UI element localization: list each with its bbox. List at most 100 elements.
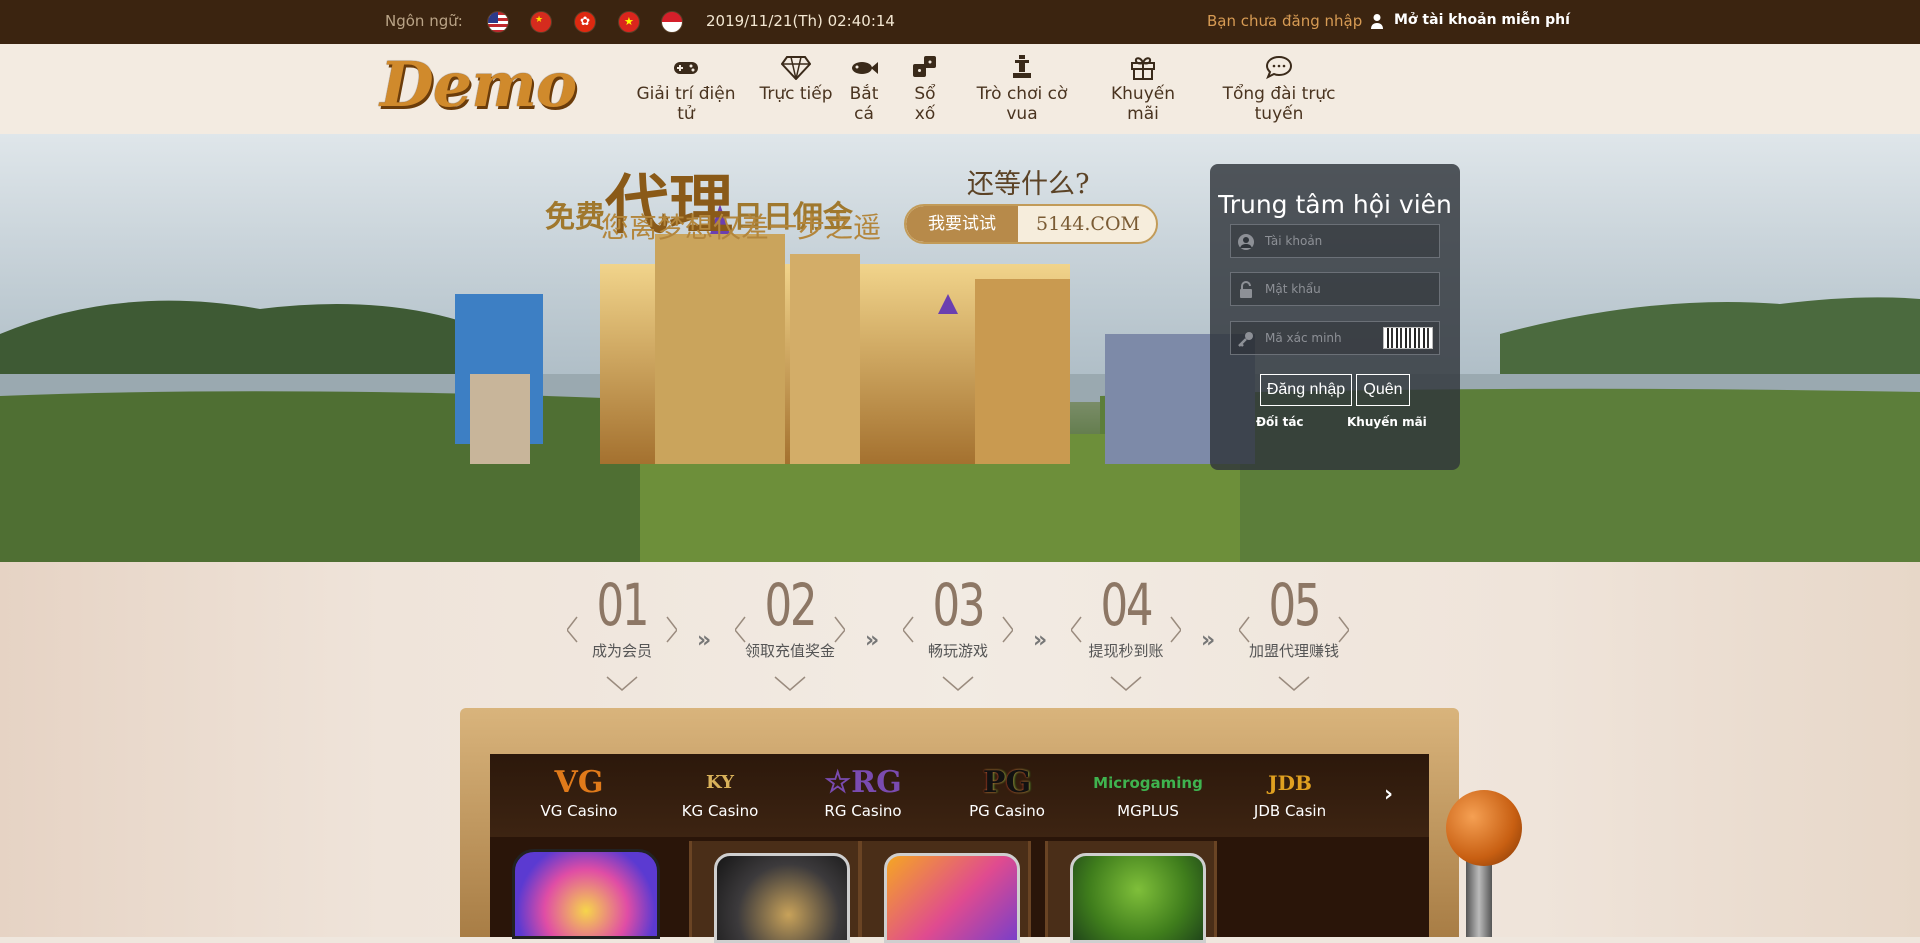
step-arrow: »: [1033, 628, 1047, 653]
main-content: 01 成为会员 » 02 领取充值奖金 » 03 畅玩游戏 » 04 提现秒到账…: [0, 562, 1920, 943]
hero-banner[interactable]: 免费代理日日佣金 您离梦想仅差一步之遥 还等什么? 我要试试 5144.COM …: [0, 134, 1920, 562]
nav-item-electronic[interactable]: Giải trí điện tử: [633, 54, 739, 124]
provider-pg[interactable]: PG PG Casino: [947, 764, 1067, 820]
login-button[interactable]: Đăng nhập: [1260, 374, 1352, 406]
username-placeholder: Tài khoản: [1265, 234, 1323, 248]
game-tile[interactable]: [512, 841, 684, 939]
password-field[interactable]: Mật khẩu: [1230, 272, 1440, 306]
nav-item-support[interactable]: Tổng đài trực tuyến: [1205, 54, 1353, 124]
provider-name: VG Casino: [540, 802, 618, 820]
partner-link[interactable]: Đối tác: [1256, 415, 1304, 429]
banner-scenery: [0, 134, 1920, 562]
nav-item-chess[interactable]: Trò chơi cờ vua: [963, 54, 1081, 124]
cabinet-screen: VG VG Casino KY KG Casino ☆RG RG Casino …: [490, 754, 1429, 943]
nav-item-label: Tổng đài trực tuyến: [1222, 84, 1336, 124]
captcha-image[interactable]: [1383, 327, 1433, 349]
provider-next-arrow-icon[interactable]: ›: [1384, 782, 1393, 807]
hk-flag-icon[interactable]: ✿: [574, 11, 596, 33]
provider-logo: ☆RG: [824, 765, 902, 800]
lever-ball[interactable]: [1446, 790, 1522, 866]
provider-name: KG Casino: [681, 802, 759, 820]
nav-item-fishing[interactable]: Bắt cá: [841, 54, 887, 124]
nav-item-label: Giải trí điện tử: [636, 84, 736, 124]
nav-item-label: Khuyến mãi: [1111, 84, 1175, 124]
login-status-link[interactable]: Bạn chưa đăng nhập: [1207, 12, 1362, 30]
promo-link[interactable]: Khuyến mãi: [1347, 415, 1427, 429]
site-logo[interactable]: Demo: [380, 48, 577, 128]
game-cabinet: VG VG Casino KY KG Casino ☆RG RG Casino …: [460, 708, 1459, 943]
wheel-game-icon: [512, 849, 660, 939]
provider-name: MGPLUS: [1117, 802, 1179, 820]
gift-icon: [1131, 57, 1155, 80]
nav-item-label: Trò chơi cờ vua: [976, 84, 1068, 124]
step-arrow: »: [1201, 628, 1215, 653]
main-header: Demo Giải trí điện tử Trực tiếp Bắt cá S…: [0, 44, 1920, 134]
provider-bar: VG VG Casino KY KG Casino ☆RG RG Casino …: [490, 754, 1429, 837]
datetime-display: 2019/11/21(Th) 02:40:14: [706, 12, 895, 30]
step-3: 03 畅玩游戏: [903, 572, 1013, 692]
captcha-placeholder: Mã xác minh: [1265, 331, 1342, 345]
forgot-button[interactable]: Quên: [1356, 374, 1410, 406]
provider-name: JDB Casin: [1253, 802, 1327, 820]
nav-item-live[interactable]: Trực tiếp: [756, 54, 836, 124]
nav-item-label: Bắt cá: [849, 84, 879, 124]
provider-logo: PG: [982, 765, 1032, 800]
chess-icon: [1013, 55, 1031, 78]
promo-subline: 您离梦想仅差一步之遥: [601, 211, 882, 244]
user-icon: [1371, 14, 1383, 29]
provider-rg[interactable]: ☆RG RG Casino: [803, 764, 923, 820]
clock-game-icon: [714, 853, 850, 943]
provider-name: RG Casino: [824, 802, 902, 820]
lock-icon: [1240, 281, 1252, 298]
step-number: 01: [596, 571, 650, 639]
username-field[interactable]: Tài khoản: [1230, 224, 1440, 258]
vn-flag-icon[interactable]: ★: [618, 11, 640, 33]
language-label: Ngôn ngữ:: [385, 12, 463, 30]
key-icon: [1238, 332, 1253, 347]
try-now-button[interactable]: 我要试试 5144.COM: [904, 204, 1158, 244]
provider-jdb[interactable]: JDB JDB Casin: [1230, 764, 1350, 820]
chat-icon: [1265, 55, 1293, 80]
provider-kg[interactable]: KY KG Casino: [660, 764, 780, 820]
provider-logo: VG: [554, 765, 604, 800]
game-grid: [490, 837, 1429, 943]
provider-logo: KY: [705, 772, 734, 793]
magic-game-icon: [884, 853, 1020, 943]
game-tile[interactable]: [689, 841, 861, 943]
provider-name: PG Casino: [969, 802, 1045, 820]
game-tile[interactable]: [859, 841, 1031, 943]
step-number: 02: [764, 571, 818, 639]
game-tile[interactable]: [1045, 841, 1217, 943]
provider-mgplus[interactable]: Microgaming MGPLUS: [1088, 764, 1208, 820]
step-arrow: »: [697, 628, 711, 653]
step-number: 04: [1100, 571, 1154, 639]
provider-logo: Microgaming: [1093, 774, 1203, 792]
step-5: 05 加盟代理赚钱: [1239, 572, 1349, 692]
try-domain: 5144.COM: [1036, 213, 1140, 235]
id-flag-icon[interactable]: [661, 11, 683, 33]
nav-item-lottery[interactable]: Sổ xố: [903, 54, 947, 124]
fish-icon: [852, 62, 878, 74]
promo-question: 还等什么?: [967, 169, 1090, 200]
step-arrow: »: [865, 628, 879, 653]
step-4: 04 提现秒到账: [1071, 572, 1181, 692]
step-number: 03: [932, 571, 986, 639]
captcha-field[interactable]: Mã xác minh: [1230, 321, 1440, 355]
member-panel: Trung tâm hội viên Tài khoản Mật khẩu Mã…: [1210, 164, 1460, 470]
us-flag-icon[interactable]: [487, 11, 509, 33]
nav-item-promotion[interactable]: Khuyến mãi: [1097, 54, 1189, 124]
step-2: 02 领取充值奖金: [735, 572, 845, 692]
user-circle-icon: [1238, 234, 1254, 250]
provider-vg[interactable]: VG VG Casino: [519, 764, 639, 820]
step-number: 05: [1268, 571, 1322, 639]
cn-flag-icon[interactable]: ★: [530, 11, 552, 33]
member-panel-title: Trung tâm hội viên: [1218, 190, 1452, 219]
provider-logo: JDB: [1268, 771, 1312, 795]
password-placeholder: Mật khẩu: [1265, 282, 1321, 296]
lever-stick: [1466, 858, 1492, 937]
promo-headline-a: 免费: [545, 200, 605, 235]
nav-item-label: Trực tiếp: [759, 84, 833, 104]
diamond-icon: [781, 56, 811, 80]
register-link[interactable]: Mở tài khoản miễn phí: [1394, 12, 1570, 28]
try-label: 我要试试: [906, 206, 1018, 242]
